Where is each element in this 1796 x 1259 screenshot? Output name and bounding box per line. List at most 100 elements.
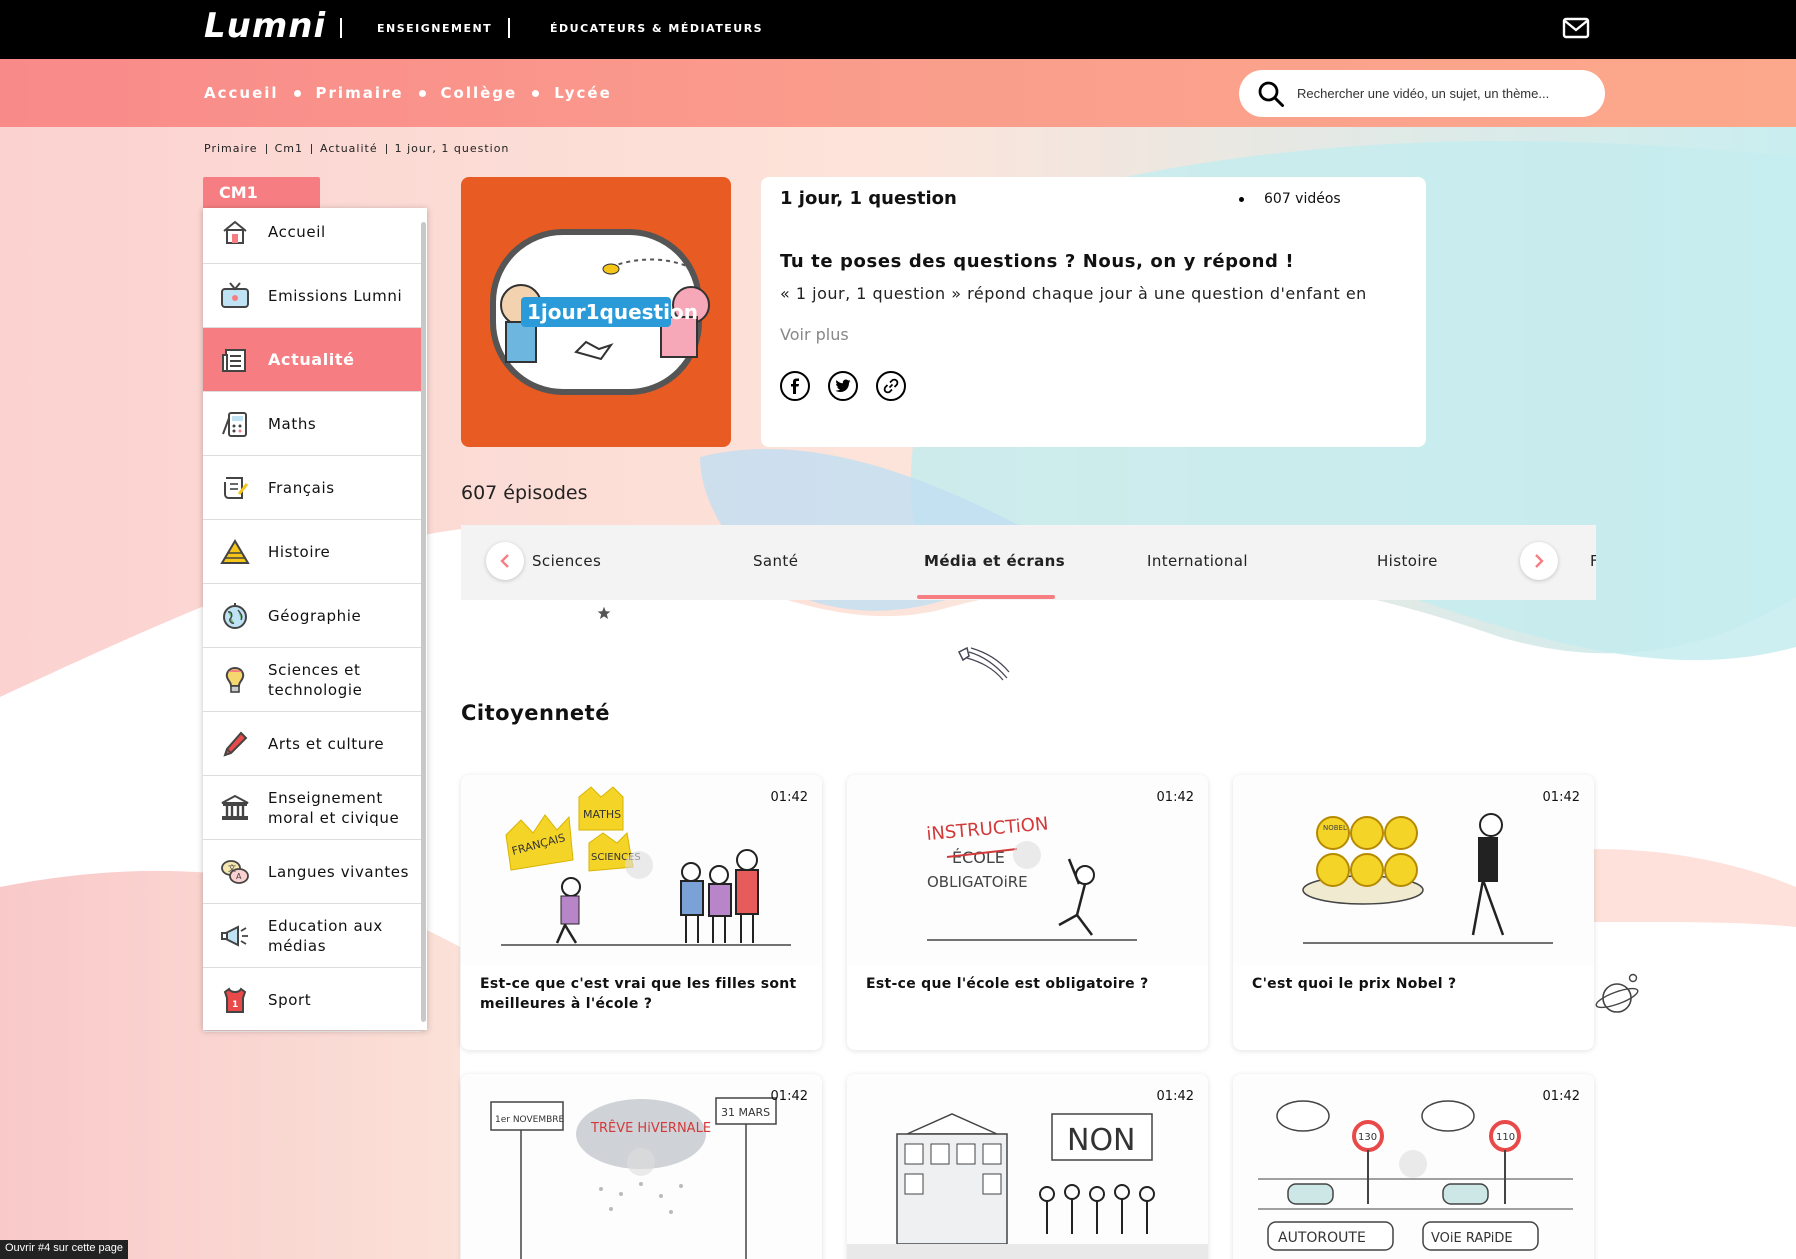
breadcrumb-separator [265,143,267,154]
level-accueil[interactable]: Accueil [204,84,279,102]
episodes-count: 607 épisodes [461,482,588,504]
prev-arrow-button[interactable] [486,542,524,580]
sidebar-item-medias[interactable]: Education aux médias [203,904,421,968]
show-tagline: Tu te poses des questions ? Nous, on y r… [780,251,1295,272]
sidebar-item-histoire[interactable]: Histoire [203,520,421,584]
chevron-right-icon [1535,554,1544,568]
separator [508,18,510,38]
video-card[interactable]: NON 01:42 [847,1074,1208,1259]
thumb-word: AUTOROUTE [1278,1230,1366,1246]
sidebar-item-label: Maths [268,414,317,433]
breadcrumb-current: 1 jour, 1 question [394,142,510,155]
video-thumbnail: NOBEL [1233,775,1594,965]
speech-bubbles-icon: 文A [220,857,250,887]
dot-separator [418,89,426,97]
facebook-icon[interactable] [780,371,810,401]
sidebar-item-accueil[interactable]: Accueil [203,200,421,264]
twitter-icon[interactable] [828,371,858,401]
institution-icon [220,793,250,823]
show-cover[interactable]: 1jour1question [461,177,731,447]
video-thumbnail: 130 110 AUTOROUTE VOiE RAPiDE [1233,1074,1594,1259]
thumb-word: 110 [1496,1132,1515,1143]
sidebar-item-label: Education aux médias [268,916,383,955]
video-title: Est-ce que c'est vrai que les filles son… [480,976,797,1012]
video-count-text: 607 vidéos [1264,191,1341,207]
section-title: Citoyenneté [461,701,610,725]
bullet [1239,196,1244,202]
video-duration: 01:42 [1156,1089,1194,1104]
breadcrumb-actualite[interactable]: Actualité [320,142,378,155]
voir-plus-link[interactable]: Voir plus [780,325,849,344]
sidebar-item-label: Sciences et technologie [268,660,363,699]
sidebar-scrollbar[interactable] [421,222,426,1022]
level-primaire[interactable]: Primaire [316,84,404,102]
thumb-word: iNSTRUCTiON [926,813,1050,845]
breadcrumb-separator [311,143,312,154]
breadcrumb: Primaire Cm1 Actualité 1 jour, 1 questio… [204,142,509,155]
tab-sciences[interactable]: Sciences [532,552,601,570]
sidebar-item-label: Français [268,478,335,497]
mail-icon[interactable] [1562,16,1590,40]
nav-enseignement[interactable]: ENSEIGNEMENT [377,22,492,35]
level-lycee[interactable]: Lycée [554,84,612,102]
dot-separator [532,89,540,97]
video-card[interactable]: 1er NOVEMBRE 31 MARS TRÊVE HiVERNALE 01:… [461,1074,822,1259]
show-info-card: 1 jour, 1 question 607 vidéos Tu te pose… [761,177,1426,447]
video-duration: 01:42 [1542,1089,1580,1104]
video-card[interactable]: 130 110 AUTOROUTE VOiE RAPiDE 01:42 [1233,1074,1594,1259]
cover-title: 1jour1question [527,300,698,324]
category-tabs: Sciences Santé Média et écrans Internati… [461,525,1596,600]
active-tab-indicator [917,595,1055,599]
sidebar-item-label: Langues vivantes [268,862,410,881]
video-thumbnail: 1er NOVEMBRE 31 MARS TRÊVE HiVERNALE [461,1074,822,1259]
thumb-word: 130 [1358,1132,1377,1143]
sidebar-item-label: Sport [268,990,312,1009]
video-count: 607 vidéos [1239,191,1341,207]
lumni-logo[interactable]: Lumni [204,6,326,46]
level-college[interactable]: Collège [441,84,518,102]
tab-histoire[interactable]: Histoire [1377,552,1438,570]
next-arrow-button[interactable] [1520,542,1558,580]
thumb-word: TRÊVE HiVERNALE [590,1120,711,1136]
video-card[interactable]: NOBEL 01:42 C'est quoi le prix Nobel ? [1233,775,1594,1050]
sidebar-item-label: Actualité [268,349,355,369]
sidebar-item-emc[interactable]: Enseignement moral et civique [203,776,421,840]
thumb-word: MATHS [583,808,621,821]
svg-text:文: 文 [228,863,236,873]
tab-media-ecrans[interactable]: Média et écrans [924,552,1065,570]
video-duration: 01:42 [770,1089,808,1104]
thumb-word: 31 MARS [721,1106,770,1119]
sidebar-item-emissions[interactable]: Emissions Lumni [203,264,421,328]
breadcrumb-cm1[interactable]: Cm1 [275,142,303,155]
tab-international[interactable]: International [1147,552,1248,570]
pencil-icon [220,729,250,759]
sidebar-item-actualite[interactable]: Actualité [203,328,421,392]
video-card[interactable]: iNSTRUCTiON ÉCOLE OBLIGATOiRE 01:42 Est-… [847,775,1208,1050]
sidebar-item-sport[interactable]: 1 Sport [203,968,421,1032]
tab-next[interactable]: F [1590,552,1596,570]
thumb-word: OBLIGATOiRE [927,873,1028,891]
search-icon[interactable] [1257,80,1285,108]
video-title: C'est quoi le prix Nobel ? [1252,976,1457,992]
tv-icon [220,281,250,311]
sidebar-item-arts[interactable]: Arts et culture [203,712,421,776]
top-header: Lumni ENSEIGNEMENT ÉDUCATEURS & MÉDIATEU… [0,0,1796,59]
planet-icon [1595,973,1639,1013]
breadcrumb-primaire[interactable]: Primaire [204,142,258,155]
level-nav: Accueil Primaire Collège Lycée [0,59,1796,127]
tab-sante[interactable]: Santé [753,552,798,570]
sidebar-item-geographie[interactable]: Géographie [203,584,421,648]
nav-educateurs[interactable]: ÉDUCATEURS & MÉDIATEURS [550,22,763,35]
search-input[interactable] [1297,86,1577,101]
jersey-icon: 1 [220,985,250,1015]
sidebar-item-sciences[interactable]: Sciences et technologie [203,648,421,712]
sidebar-item-maths[interactable]: Maths [203,392,421,456]
sidebar-item-label: Emissions Lumni [268,286,403,305]
video-card[interactable]: FRANÇAIS MATHS SCIENCES 01:42 Est-ce que… [461,775,822,1050]
link-icon[interactable] [876,371,906,401]
share-links [780,371,924,401]
search-box [1239,70,1605,117]
sidebar-item-francais[interactable]: Français [203,456,421,520]
sidebar-item-label: Géographie [268,606,362,625]
sidebar-item-langues[interactable]: 文A Langues vivantes [203,840,421,904]
